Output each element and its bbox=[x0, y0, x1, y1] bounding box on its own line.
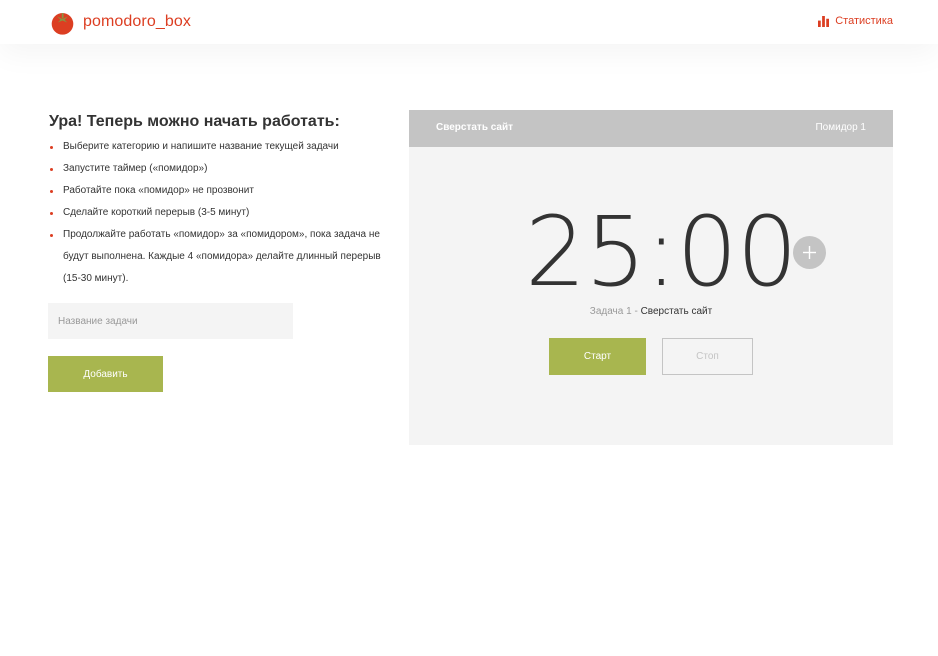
timer-display: 25:00 bbox=[525, 196, 798, 308]
start-button[interactable]: Старт bbox=[549, 338, 646, 375]
instruction-item: Выберите категорию и напишите название т… bbox=[49, 136, 394, 158]
timer-task-name: Сверстать сайт bbox=[436, 122, 514, 133]
timer-panel: Сверстать сайт Помидор 1 25:00 Задача 1 … bbox=[409, 110, 893, 445]
task-number-label: Задача 1 - bbox=[589, 306, 641, 317]
plus-icon bbox=[803, 246, 816, 259]
task-name-input[interactable] bbox=[48, 303, 293, 339]
instructions-section: Ура! Теперь можно начать работать: Выбер… bbox=[49, 112, 394, 290]
tomato-icon bbox=[51, 12, 74, 35]
bar-chart-icon bbox=[818, 15, 830, 27]
instructions-list: Выберите категорию и напишите название т… bbox=[49, 136, 394, 290]
add-task-button[interactable]: Добавить bbox=[48, 356, 163, 392]
timer-caption: Задача 1 - Сверстать сайт bbox=[409, 306, 893, 317]
instruction-item: Продолжайте работать «помидор» за «помид… bbox=[49, 224, 394, 290]
logo-link[interactable]: pomodoro_box bbox=[49, 8, 191, 36]
instruction-item: Сделайте короткий перерыв (3-5 минут) bbox=[49, 202, 394, 224]
timer-header: Сверстать сайт Помидор 1 bbox=[409, 110, 893, 147]
instruction-item: Запустите таймер («помидор») bbox=[49, 158, 394, 180]
statistics-label: Статистика bbox=[835, 15, 893, 27]
instruction-item: Работайте пока «помидор» не прозвонит bbox=[49, 180, 394, 202]
caption-task-name: Сверстать сайт bbox=[640, 306, 713, 317]
app-header: pomodoro_box Статистика bbox=[0, 0, 938, 44]
pomodoro-counter: Помидор 1 bbox=[815, 122, 866, 133]
statistics-link[interactable]: Статистика bbox=[818, 15, 893, 27]
instructions-title: Ура! Теперь можно начать работать: bbox=[49, 113, 340, 130]
logo-text: pomodoro_box bbox=[83, 13, 191, 30]
add-time-button[interactable] bbox=[793, 236, 826, 269]
stop-button[interactable]: Стоп bbox=[662, 338, 753, 375]
